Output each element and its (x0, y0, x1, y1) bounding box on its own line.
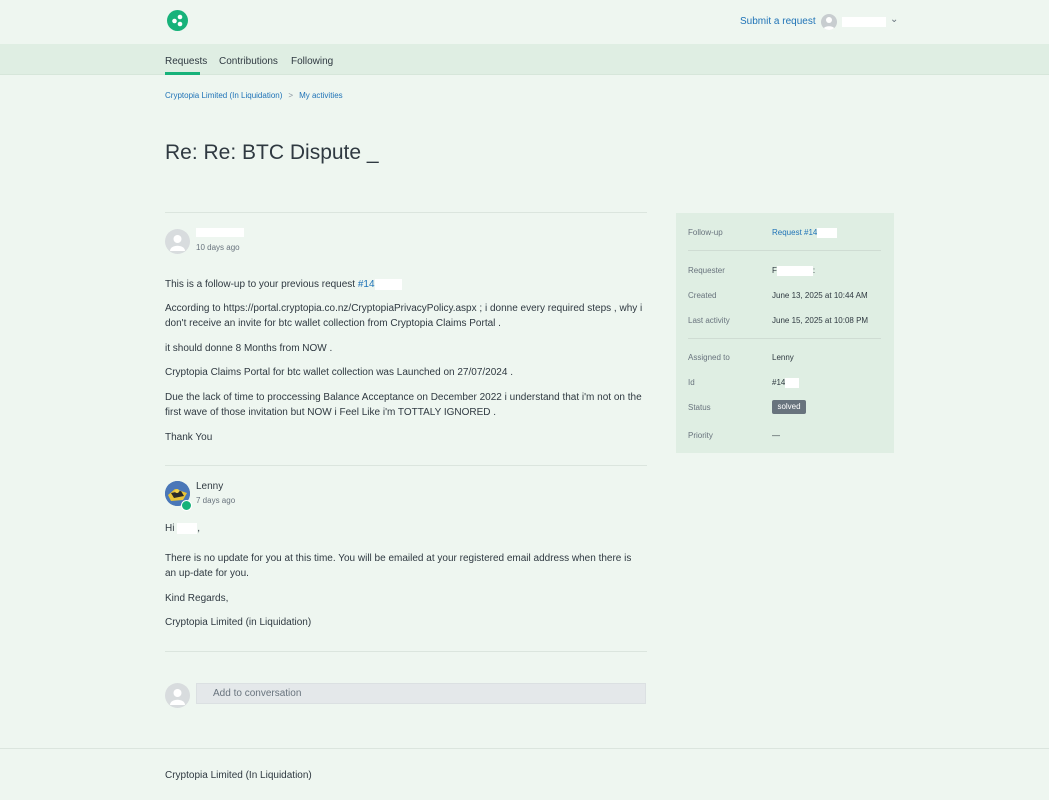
request-id: #14 (772, 378, 786, 388)
created-value: June 13, 2025 at 10:44 AM (772, 291, 868, 300)
divider (165, 212, 647, 213)
breadcrumb-item-company[interactable]: Cryptopia Limited (In Liquidation) (165, 91, 282, 100)
tab-following[interactable]: Following (291, 56, 333, 67)
previous-request-link[interactable]: #14 (358, 279, 375, 290)
comment-paragraph: Hi , (165, 521, 645, 536)
id-value: #14 (772, 378, 800, 388)
submit-request-link[interactable]: Submit a request (740, 16, 816, 27)
divider (165, 465, 647, 466)
followup-label: Follow-up (688, 228, 723, 237)
site-header: Submit a request ⌄ (0, 0, 1049, 44)
greeting-punctuation: , (197, 523, 201, 534)
comment-paragraph: According to https://portal.cryptopia.co… (165, 303, 643, 329)
requester-avatar (165, 229, 190, 254)
chevron-down-icon: ⌄ (890, 14, 899, 25)
brand-logo-icon[interactable] (167, 10, 188, 31)
redacted-text (785, 378, 800, 388)
assigned-label: Assigned to (688, 353, 730, 362)
comment-time: 7 days ago (196, 496, 236, 505)
comment-paragraph: Kind Regards, (165, 593, 229, 604)
requester-value: F: (772, 266, 815, 276)
footer-divider (0, 748, 1049, 749)
created-label: Created (688, 291, 717, 300)
tab-requests[interactable]: Requests (165, 56, 207, 67)
page-title: Re: Re: BTC Dispute _ (165, 141, 379, 164)
breadcrumb: Cryptopia Limited (In Liquidation) > My ac… (165, 91, 343, 100)
id-label: Id (688, 378, 695, 387)
user-menu[interactable]: ⌄ (821, 13, 901, 31)
requester-suffix: : (812, 266, 816, 276)
comment-paragraph: it should donne 8 Months from NOW . (165, 343, 333, 354)
comment-time: 10 days ago (196, 243, 240, 252)
divider (688, 250, 881, 251)
agent-badge-icon (181, 500, 192, 511)
redacted-text (177, 522, 198, 534)
comment-paragraph: This is a follow-up to your previous req… (165, 277, 645, 292)
comment-author: Lenny (196, 481, 224, 492)
request-details-sidebar: Follow-up Request #14 Requester F: Creat… (676, 213, 894, 453)
followup-value: Request #14 (772, 228, 838, 238)
comment-author (196, 228, 244, 237)
comment-paragraph: Thank You (165, 432, 213, 443)
footer-company-name: Cryptopia Limited (In Liquidation) (165, 770, 312, 781)
greeting-text: Hi (165, 523, 175, 534)
comment-paragraph: Cryptopia Claims Portal for btc wallet c… (165, 367, 513, 378)
activity-nav: Requests Contributions Following (0, 44, 1049, 75)
requester-label: Requester (688, 266, 725, 275)
comment-paragraph: There is no update for you at this time.… (165, 553, 632, 579)
assigned-value: Lenny (772, 353, 794, 362)
status-label: Status (688, 403, 711, 412)
priority-label: Priority (688, 431, 713, 440)
status-badge: solved (772, 400, 806, 414)
last-activity-value: June 15, 2025 at 10:08 PM (772, 316, 869, 325)
add-to-conversation-input[interactable]: Add to conversation (196, 683, 646, 704)
comment-paragraph: Cryptopia Limited (in Liquidation) (165, 617, 312, 628)
breadcrumb-item-activities[interactable]: My activities (299, 91, 343, 100)
comment-paragraph: Due the lack of time to proccessing Bala… (165, 392, 642, 418)
priority-value: — (772, 431, 780, 440)
composer-avatar (165, 683, 190, 708)
active-tab-indicator (165, 72, 200, 75)
divider (688, 338, 881, 339)
redacted-text (817, 228, 838, 238)
user-name (842, 17, 886, 27)
breadcrumb-separator: > (288, 91, 294, 100)
redacted-text (776, 266, 813, 276)
redacted-text (374, 278, 402, 290)
tab-contributions[interactable]: Contributions (219, 56, 278, 67)
followup-request-link[interactable]: Request #14 (772, 228, 817, 237)
divider (165, 651, 647, 652)
user-avatar (821, 14, 837, 30)
last-activity-label: Last activity (688, 316, 730, 325)
followup-text: This is a follow-up to your previous req… (165, 279, 358, 290)
